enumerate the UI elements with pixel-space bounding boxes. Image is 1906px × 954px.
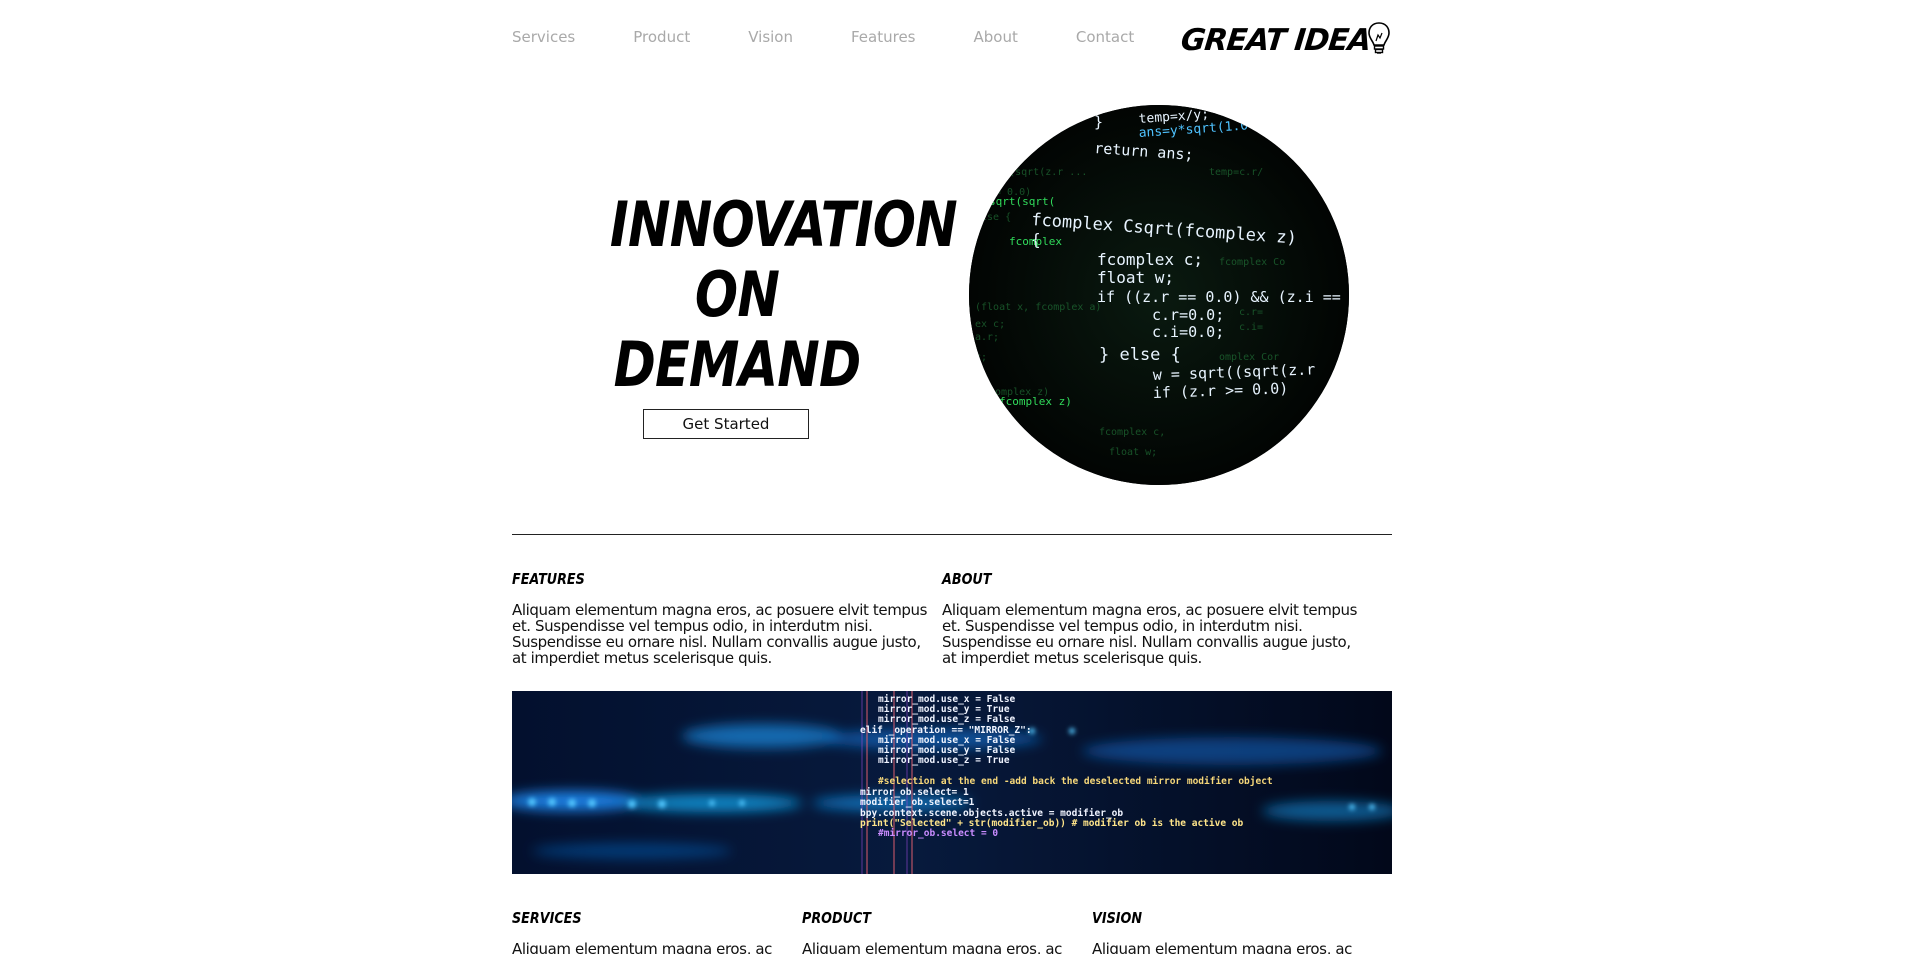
svg-text:ex c;: ex c; [975,319,1005,330]
svg-text:else {: else { [975,212,1011,223]
hero-title-line: INNOVATION [609,188,958,261]
nav-link-features[interactable]: Features [851,28,916,46]
get-started-button[interactable]: Get Started [643,409,809,439]
hero-title-line: ON [694,258,780,331]
product-body: Aliquam elementum magna eros, ac [802,940,1062,954]
nav-link-product[interactable]: Product [633,28,690,46]
svg-text:c.i=: c.i= [1239,322,1263,333]
features-title: FEATURES [512,570,585,588]
page: Services Product Vision Features About C… [0,0,1906,954]
hero-code-line: } [1094,113,1103,131]
product-title: PRODUCT [802,909,871,927]
hero-title: INNOVATION ON DEMAND [609,188,958,401]
nav-link-about[interactable]: About [973,28,1017,46]
about-title: ABOUT [942,570,992,588]
hero-code-accent: fcomplex z) [999,395,1072,408]
svg-text:c.r=: c.r= [1239,307,1263,318]
hero-code-line: c.i=0.0; [1152,323,1224,341]
hero-code-line: fcomplex c; [1097,250,1203,269]
services-title: SERVICES [512,909,582,927]
logo[interactable]: GREAT IDEA [1178,18,1392,62]
logo-text: GREAT IDEA [1178,22,1372,58]
banner-code-line: modifier_ob.select=1 [860,797,975,808]
services-body: Aliquam elementum magna eros, ac [512,940,772,954]
nav-link-services[interactable]: Services [512,28,575,46]
svg-text:(float x, fcomplex a): (float x, fcomplex a) [975,302,1101,313]
vision-section: VISION Aliquam elementum magna eros, ac [1092,909,1372,954]
banner-code-line: #selection at the end -add back the dese… [878,776,1273,787]
svg-text:temp=c.r/: temp=c.r/ [1209,167,1263,178]
banner-graphic: mirror_mod.use_x = Falsemirror_mod.use_y… [512,691,1392,874]
nav-link-vision[interactable]: Vision [748,28,793,46]
banner-code-line: mirror_mod.use_z = True [878,755,1010,766]
hero-code-line: float w; [1097,268,1174,287]
svg-text:float w;: float w; [1109,447,1157,458]
features-section: FEATURES Aliquam elementum magna eros, a… [512,570,937,666]
code-banner-image: mirror_mod.use_x = False mirror_mod.use_y… [512,691,1392,874]
nav-links: Services Product Vision Features About C… [512,28,1134,46]
services-section: SERVICES Aliquam elementum magna eros, a… [512,909,792,954]
code-image-graphic: <sqrt(sqrt(z.r ... >= 0.0) else { (float… [969,105,1349,485]
hero-title-line: DEMAND [613,328,862,401]
code-circle-image: <sqrt(sqrt(z.r ... >= 0.0) else { (float… [969,105,1349,485]
section-divider [512,534,1392,535]
svg-text:<sqrt(sqrt(z.r ...: <sqrt(sqrt(z.r ... [979,167,1087,178]
top-navigation: Services Product Vision Features About C… [512,18,1392,62]
hero-code-line: if ((z.r == 0.0) && (z.i == 0.0) { [1097,288,1349,306]
product-section: PRODUCT Aliquam elementum magna eros, ac [802,909,1082,954]
svg-text:a.r;: a.r; [975,332,999,343]
about-section: ABOUT Aliquam elementum magna eros, ac p… [942,570,1367,666]
banner-code-line: #mirror_ob.select = 0 [878,828,998,839]
hero-code-line: c.r=0.0; [1152,306,1224,324]
banner-code-line: mirror_mod.use_z = False [878,714,1016,725]
hero-code-accent: sqrt(sqrt( [989,195,1055,208]
about-body: Aliquam elementum magna eros, ac posuere… [942,601,1358,667]
vision-title: VISION [1092,909,1143,927]
vision-body: Aliquam elementum magna eros, ac [1092,940,1352,954]
svg-text:fcomplex c,: fcomplex c, [1099,427,1165,438]
hero-code-line: } else { [1099,345,1181,365]
hero-code-accent: fcomplex [1009,235,1062,248]
features-body: Aliquam elementum magna eros, ac posuere… [512,601,928,667]
nav-link-contact[interactable]: Contact [1076,28,1134,46]
svg-text:fcomplex Co: fcomplex Co [1219,257,1285,268]
svg-text:c;: c; [975,352,987,363]
